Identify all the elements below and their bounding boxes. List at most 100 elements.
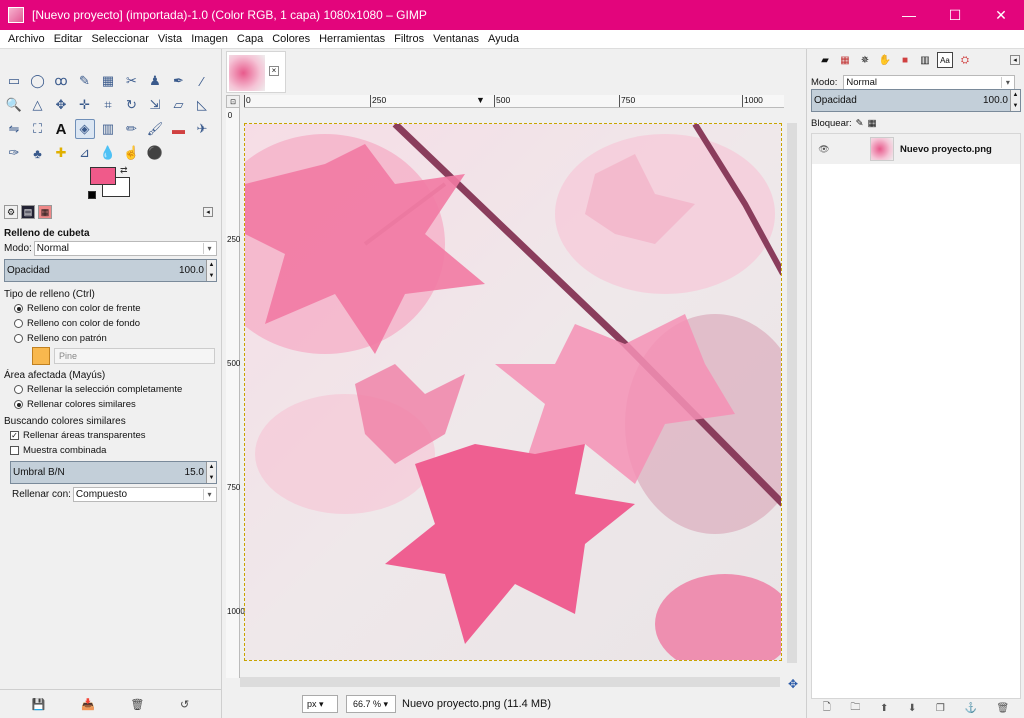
- vertical-scrollbar[interactable]: [787, 123, 797, 663]
- menu-seleccionar[interactable]: Seleccionar: [87, 33, 152, 45]
- scissors-select-icon[interactable]: ✂: [122, 71, 142, 91]
- menu-imagen[interactable]: Imagen: [187, 33, 232, 45]
- device-status-tab-icon[interactable]: ▤: [21, 205, 35, 219]
- reset-options-icon[interactable]: ↺: [180, 698, 189, 711]
- mode-select[interactable]: Normal ▾: [33, 241, 217, 256]
- swap-colors-icon[interactable]: ⇄: [120, 165, 128, 176]
- delete-layer-icon[interactable]: 🗑: [997, 703, 1010, 714]
- menu-filtros[interactable]: Filtros: [390, 33, 428, 45]
- anchor-layer-icon[interactable]: ⚓: [964, 703, 976, 714]
- scale-icon[interactable]: ⇲: [145, 95, 165, 115]
- tool-options-tab-icon[interactable]: ⚙: [4, 205, 18, 219]
- menu-herramientas[interactable]: Herramientas: [315, 33, 389, 45]
- zoom-select[interactable]: 66.7 % ▾: [346, 695, 396, 713]
- new-layer-group-icon[interactable]: 🗀: [850, 700, 860, 717]
- bucket-fill-icon[interactable]: ◈: [74, 119, 95, 139]
- navigate-icon[interactable]: ✥: [788, 677, 798, 691]
- close-tab-icon[interactable]: ×: [269, 66, 279, 76]
- threshold-slider[interactable]: Umbral B/N 15.0 ▲ ▼: [10, 461, 217, 484]
- dodge-burn-icon[interactable]: ⚫: [145, 143, 165, 163]
- foreground-color-swatch[interactable]: [90, 167, 116, 185]
- menu-editar[interactable]: Editar: [50, 33, 87, 45]
- save-options-icon[interactable]: 💾: [32, 698, 46, 711]
- fonts-tab-icon-aa[interactable]: Aa: [937, 52, 953, 68]
- move-icon[interactable]: ✥: [51, 95, 71, 115]
- sample-merged-checkbox[interactable]: Muestra combinada: [0, 443, 221, 458]
- ruler-corner[interactable]: ⊡: [226, 95, 240, 108]
- brushes-tab-icon[interactable]: ▰: [817, 52, 833, 68]
- layers-mode-select[interactable]: Normal ▾: [843, 75, 1016, 90]
- blend-icon[interactable]: ▥: [98, 119, 118, 139]
- menu-ventanas[interactable]: Ventanas: [429, 33, 483, 45]
- lock-alpha-icon[interactable]: ▦: [868, 118, 877, 129]
- threshold-spinner[interactable]: ▲ ▼: [206, 462, 216, 483]
- gradients-tab-icon[interactable]: ▥: [917, 52, 933, 68]
- fill-pattern-radio[interactable]: Relleno con patrón: [0, 331, 221, 346]
- new-layer-icon[interactable]: 🗋: [823, 700, 831, 717]
- visibility-eye-icon[interactable]: 👁: [814, 144, 834, 155]
- opacity-slider[interactable]: Opacidad 100.0 ▲ ▼: [4, 259, 217, 282]
- patterns-tab-icon[interactable]: ▦: [837, 52, 853, 68]
- ink-icon[interactable]: ✑: [4, 143, 24, 163]
- shear-icon[interactable]: ▱: [169, 95, 189, 115]
- zoom-icon[interactable]: 🔍: [4, 95, 24, 115]
- blur-icon[interactable]: 💧: [98, 143, 118, 163]
- color-picker-icon[interactable]: ⁄: [192, 71, 212, 91]
- menu-archivo[interactable]: Archivo: [4, 33, 49, 45]
- document-history-tab-icon[interactable]: ⛭: [957, 52, 973, 68]
- maximize-button[interactable]: ☐: [932, 0, 978, 30]
- paths-icon[interactable]: ✒: [169, 71, 189, 91]
- vertical-ruler[interactable]: 0 250 500 750 1000: [226, 108, 245, 678]
- perspective-clone-icon[interactable]: ⊿: [75, 143, 95, 163]
- text-icon[interactable]: A: [51, 119, 71, 139]
- pattern-selector[interactable]: Pine: [0, 346, 221, 366]
- measure-icon[interactable]: △: [28, 95, 48, 115]
- lock-pixels-icon[interactable]: ✎: [856, 118, 864, 129]
- fonts-tab-icon[interactable]: ✵: [857, 52, 873, 68]
- unit-select[interactable]: px ▾: [302, 695, 338, 713]
- layer-row[interactable]: 👁 Nuevo proyecto.png: [812, 134, 1020, 164]
- horizontal-ruler[interactable]: 0 250 500 750 1000 ▼: [244, 95, 784, 108]
- fill-bg-radio[interactable]: Relleno con color de fondo: [0, 316, 221, 331]
- images-tab-icon[interactable]: ▦: [38, 205, 52, 219]
- eraser-icon[interactable]: ▬: [169, 119, 189, 139]
- dock-menu-icon[interactable]: ◂: [1010, 55, 1020, 65]
- layers-opacity-slider[interactable]: Opacidad 100.0 ▲ ▼: [811, 89, 1021, 112]
- rect-select-icon[interactable]: ▭: [4, 71, 24, 91]
- crop-icon[interactable]: ⌗: [98, 95, 118, 115]
- paintbrush-icon[interactable]: 🖌: [145, 119, 165, 139]
- affected-whole-radio[interactable]: Rellenar la selección completamente: [0, 382, 221, 397]
- perspective-icon[interactable]: ◺: [192, 95, 212, 115]
- horizontal-scrollbar[interactable]: [240, 677, 780, 687]
- minimize-button[interactable]: —: [886, 0, 932, 30]
- image-tab[interactable]: ×: [226, 51, 286, 93]
- smudge-icon[interactable]: ☝: [122, 143, 142, 163]
- clone-icon[interactable]: ♣: [28, 143, 48, 163]
- image-canvas[interactable]: [244, 123, 782, 661]
- raise-layer-icon[interactable]: ⬆: [880, 703, 888, 714]
- restore-options-icon[interactable]: 📥: [81, 698, 95, 711]
- cage-transform-icon[interactable]: ⛶: [28, 119, 48, 139]
- menu-ayuda[interactable]: Ayuda: [484, 33, 523, 45]
- lower-layer-icon[interactable]: ⬇: [908, 703, 916, 714]
- close-button[interactable]: ✕: [978, 0, 1024, 30]
- duplicate-layer-icon[interactable]: ❐: [936, 703, 945, 714]
- layers-opacity-spinner[interactable]: ▲ ▼: [1010, 90, 1020, 111]
- heal-icon[interactable]: ✚: [51, 143, 71, 163]
- fill-by-select[interactable]: Compuesto ▾: [72, 487, 217, 502]
- opacity-spinner[interactable]: ▲ ▼: [206, 260, 216, 281]
- foreground-select-icon[interactable]: ♟: [145, 71, 165, 91]
- align-icon[interactable]: ✛: [75, 95, 95, 115]
- delete-options-icon[interactable]: 🗑: [130, 698, 144, 711]
- menu-colores[interactable]: Colores: [268, 33, 314, 45]
- affected-similar-radio[interactable]: Rellenar colores similares: [0, 397, 221, 412]
- airbrush-icon[interactable]: ✈: [192, 119, 212, 139]
- menu-capa[interactable]: Capa: [233, 33, 267, 45]
- menu-vista[interactable]: Vista: [154, 33, 186, 45]
- flip-icon[interactable]: ⇋: [4, 119, 24, 139]
- fill-transparent-checkbox[interactable]: ✓ Rellenar áreas transparentes: [0, 428, 221, 443]
- fuzzy-select-icon[interactable]: ✎: [75, 71, 95, 91]
- select-by-color-icon[interactable]: ▦: [98, 71, 118, 91]
- rotate-icon[interactable]: ↻: [122, 95, 142, 115]
- pattern-swatch[interactable]: [32, 347, 50, 365]
